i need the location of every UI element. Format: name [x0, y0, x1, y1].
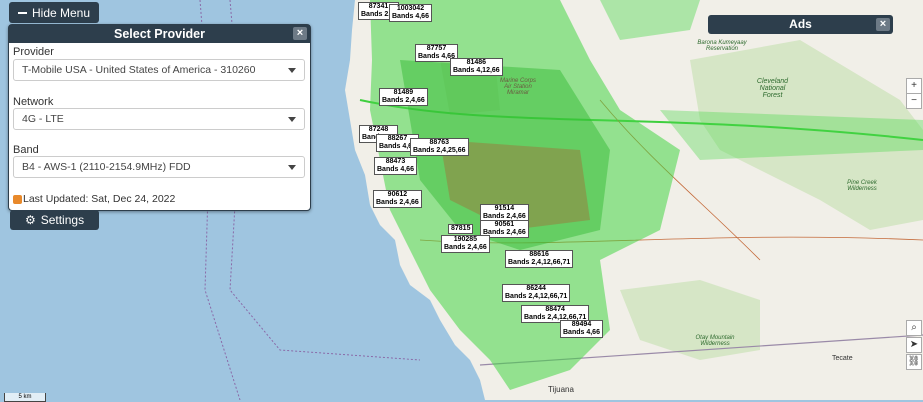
zoom-in-button[interactable]: +: [906, 78, 922, 94]
tower-label[interactable]: 89494 Bands 4,66: [560, 320, 603, 338]
ads-panel: Ads ×: [708, 15, 893, 34]
map-label-cleveland: Cleveland National Forest: [756, 78, 789, 99]
network-value: 4G - LTE: [22, 113, 64, 125]
caret-down-icon: [288, 116, 296, 122]
link-icon[interactable]: ⛓: [906, 354, 922, 370]
ads-title: Ads: [789, 17, 812, 31]
tower-label[interactable]: 190285 Bands 2,4,66: [441, 235, 490, 253]
scale-bar: 5 km: [4, 393, 46, 402]
map-label-tijuana: Tijuana: [548, 385, 574, 394]
network-select[interactable]: 4G - LTE: [13, 108, 305, 130]
tower-label[interactable]: 81489 Bands 2,4,66: [379, 88, 428, 106]
tower-label[interactable]: 86244 Bands 2,4,12,66,71: [502, 284, 571, 302]
tower-label[interactable]: 88763 Bands 2,4,25,66: [410, 138, 469, 156]
map-label-otay: Otay Mountain Wilderness: [695, 335, 735, 347]
search-icon[interactable]: ⌕: [906, 320, 922, 336]
map-label-pine-creek: Pine Creek Wilderness: [847, 180, 877, 192]
tower-label[interactable]: 81486 Bands 4,12,66: [450, 58, 503, 76]
zoom-out-button[interactable]: −: [906, 93, 922, 109]
close-icon[interactable]: ×: [876, 18, 890, 31]
map-label-miramar: Marine Corps Air Station Miramar: [499, 78, 536, 96]
band-label: Band: [13, 144, 39, 156]
caret-down-icon: [288, 67, 296, 73]
hide-menu-button[interactable]: Hide Menu: [9, 2, 99, 23]
band-value: B4 - AWS-1 (2110-2154.9MHz) FDD: [22, 161, 191, 173]
panel-title-bar: Select Provider ×: [9, 25, 310, 43]
close-icon[interactable]: ×: [293, 27, 307, 40]
tower-label[interactable]: 90612 Bands 2,4,66: [373, 190, 422, 208]
rss-icon[interactable]: [13, 194, 22, 204]
last-updated: Last Updated: Sat, Dec 24, 2022: [13, 193, 175, 205]
select-provider-panel: Select Provider × Provider T-Mobile USA …: [8, 24, 311, 211]
gear-icon: ⚙: [24, 213, 36, 227]
last-updated-text: Last Updated: Sat, Dec 24, 2022: [23, 193, 176, 205]
tower-label[interactable]: 88473 Bands 4,66: [374, 157, 417, 175]
settings-label: Settings: [40, 213, 85, 227]
hide-menu-label: Hide Menu: [31, 5, 91, 20]
settings-button[interactable]: ⚙ Settings: [10, 210, 99, 230]
map-label-tecate: Tecate: [832, 355, 853, 362]
tower-label[interactable]: 87815: [448, 224, 474, 234]
band-select[interactable]: B4 - AWS-1 (2110-2154.9MHz) FDD: [13, 156, 305, 178]
caret-down-icon: [288, 164, 296, 170]
provider-value: T-Mobile USA - United States of America …: [22, 64, 256, 76]
panel-title: Select Provider: [113, 27, 205, 41]
provider-label: Provider: [13, 46, 54, 58]
tower-label[interactable]: 1003042 Bands 4,66: [389, 4, 432, 22]
tower-label[interactable]: 88616 Bands 2,4,12,66,71: [505, 250, 574, 268]
network-label: Network: [13, 96, 54, 108]
locate-icon[interactable]: ➤: [906, 337, 922, 353]
provider-select[interactable]: T-Mobile USA - United States of America …: [13, 59, 305, 81]
map-label-barona: Barona Kumeyaay Reservation: [697, 40, 747, 52]
minus-icon: [17, 11, 27, 14]
